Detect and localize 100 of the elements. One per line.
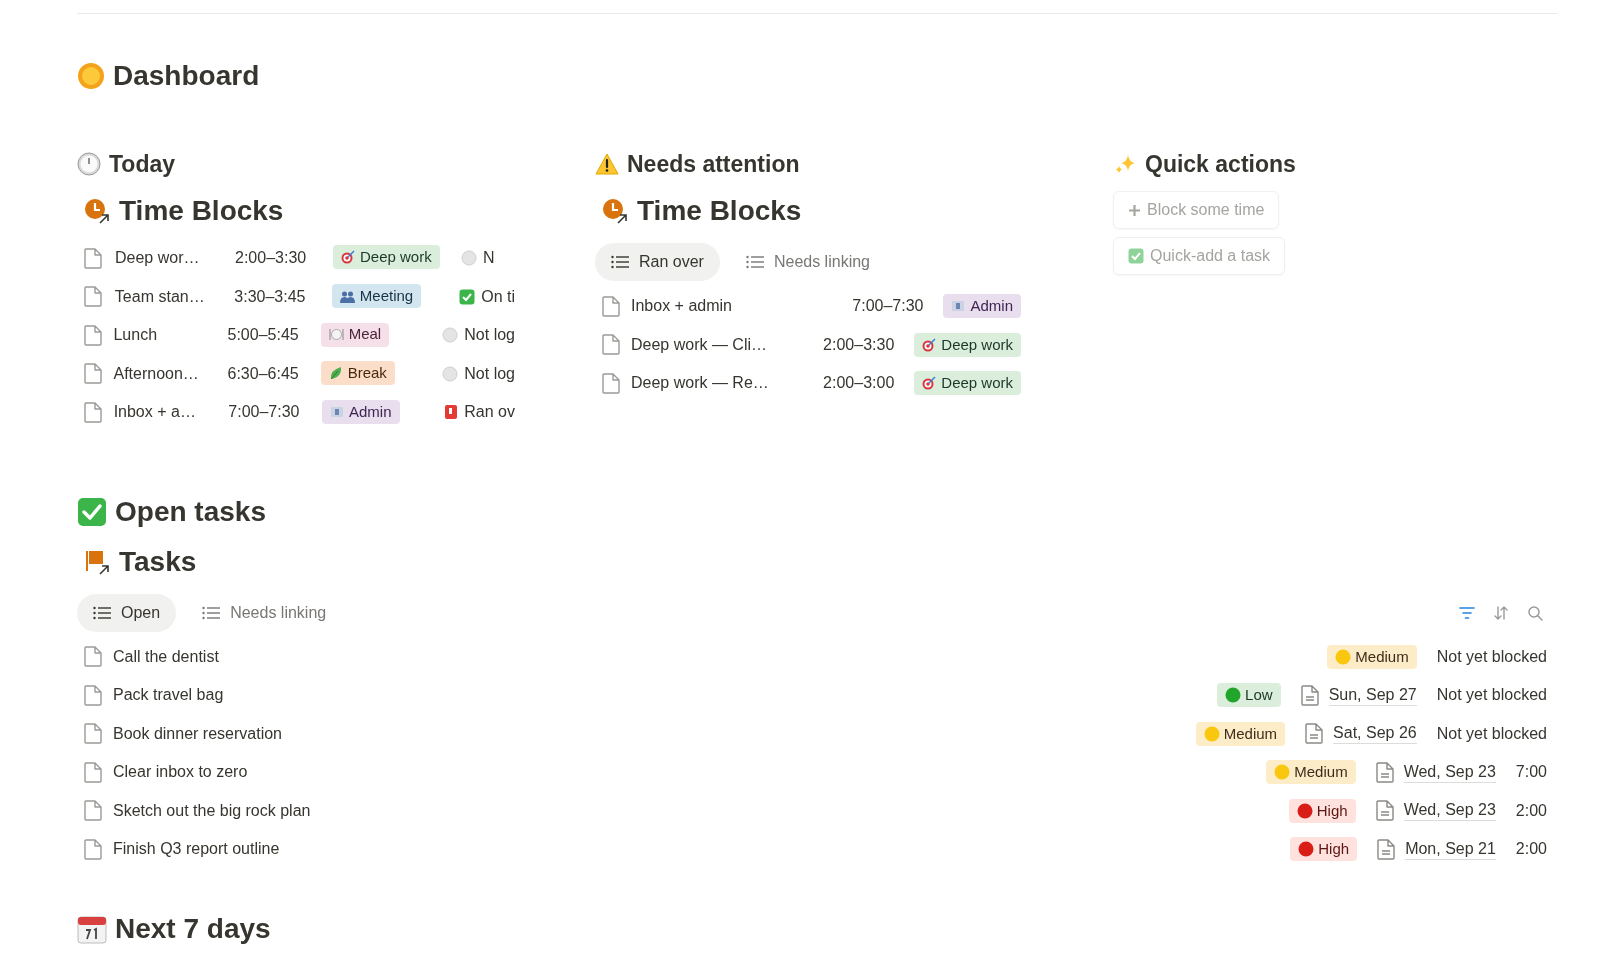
database-title: Tasks <box>119 544 197 579</box>
row-title[interactable]: Team stan… <box>114 287 205 305</box>
plus-icon <box>1128 203 1141 217</box>
clock-icon <box>77 152 101 176</box>
status-label: On ti <box>481 286 515 307</box>
priority-dot-icon <box>1225 687 1242 704</box>
priority-tag: High <box>1288 798 1356 823</box>
priority-tag: Medium <box>1266 760 1356 785</box>
row-title[interactable]: Finish Q3 report outline <box>113 837 280 862</box>
siren-icon <box>444 404 459 421</box>
list-icon <box>202 605 221 620</box>
priority-dot-icon <box>1274 764 1291 781</box>
document-icon <box>1300 684 1319 706</box>
section-heading: Quick actions <box>1145 150 1296 179</box>
page-icon <box>84 646 102 668</box>
status-label: Ran ov <box>464 402 515 423</box>
row-title[interactable]: Inbox + a… <box>113 403 196 421</box>
category-tag: Meeting <box>331 284 422 308</box>
inbox-icon <box>329 405 344 418</box>
search-icon[interactable] <box>1527 604 1543 621</box>
view-tab[interactable]: Ran over <box>595 243 720 281</box>
block-status: 2:00 <box>1515 800 1547 821</box>
sun-icon <box>77 62 105 90</box>
row-title[interactable]: Deep work — Re… <box>631 371 769 396</box>
list-icon <box>93 605 111 620</box>
section-heading: Today <box>109 150 176 179</box>
sort-icon[interactable] <box>1493 604 1509 621</box>
category-tag: Deep work <box>914 332 1021 357</box>
category-tag: Deep work <box>333 245 440 270</box>
page-icon <box>602 372 620 394</box>
status-label: Not log <box>464 363 515 384</box>
category-tag: Admin <box>943 294 1021 319</box>
page-title: Dashboard <box>113 59 260 93</box>
category-tag: Meal <box>320 322 390 347</box>
page-icon <box>84 363 102 385</box>
status-label: N <box>483 248 495 269</box>
category-tag: Admin <box>321 399 400 424</box>
plate-icon <box>328 328 344 341</box>
list-icon <box>745 255 764 269</box>
priority-tag: Low <box>1217 683 1281 708</box>
date-link[interactable]: Mon, Sep 21 <box>1405 838 1496 860</box>
target-icon <box>922 337 937 352</box>
page-icon <box>84 838 102 860</box>
people-icon <box>339 289 355 303</box>
section-heading: Open tasks <box>115 494 266 529</box>
section-heading: Needs attention <box>627 150 800 179</box>
date-link[interactable]: Sun, Sep 27 <box>1328 684 1417 706</box>
filter-icon[interactable] <box>1459 605 1475 620</box>
page-icon <box>602 334 620 356</box>
priority-tag: High <box>1290 837 1358 862</box>
priority-dot-icon <box>1335 648 1352 665</box>
page-icon <box>84 401 102 423</box>
checkmark-box-icon <box>77 496 107 527</box>
block-status: 2:00 <box>1515 839 1547 860</box>
date-link[interactable]: Wed, Sep 23 <box>1403 761 1496 783</box>
page-icon <box>84 684 102 706</box>
date-link[interactable]: Wed, Sep 23 <box>1403 800 1496 822</box>
block-status: 7:00 <box>1515 762 1547 783</box>
clock-link-icon <box>601 197 629 225</box>
document-icon <box>1375 761 1394 783</box>
priority-dot-icon <box>1203 725 1220 742</box>
row-title[interactable]: Clear inbox to zero <box>113 760 248 785</box>
page-icon <box>84 800 102 822</box>
page-icon <box>84 761 102 783</box>
clock-link-icon <box>83 197 111 225</box>
time-range: 7:00–7:30 <box>852 296 924 317</box>
document-icon <box>1375 800 1394 822</box>
leaf-icon <box>328 365 343 380</box>
status-label: Not log <box>464 325 515 346</box>
block-status: Not yet blocked <box>1436 646 1547 667</box>
block-status: Not yet blocked <box>1436 685 1547 706</box>
time-range: 3:30–3:45 <box>234 287 306 305</box>
date-link[interactable]: Sat, Sep 26 <box>1333 723 1417 745</box>
circle-icon <box>461 250 477 267</box>
page-icon <box>84 324 102 346</box>
page-icon <box>84 286 102 308</box>
row-title[interactable]: Afternoon… <box>113 364 199 382</box>
category-tag: Deep work <box>914 371 1021 396</box>
row-title[interactable]: Deep wor… <box>115 249 200 267</box>
database-title: Time Blocks <box>119 194 284 228</box>
view-tab[interactable]: Open <box>77 593 177 632</box>
row-title[interactable]: Pack travel bag <box>113 683 224 708</box>
row-title[interactable]: Sketch out the big rock plan <box>113 798 311 823</box>
list-icon <box>611 255 629 269</box>
time-range: 7:00–7:30 <box>228 403 300 421</box>
row-title[interactable]: Deep work — Cli… <box>631 332 768 357</box>
view-tab[interactable]: Needs linking <box>729 243 886 281</box>
view-tab[interactable]: Needs linking <box>186 593 343 632</box>
time-range: 2:00–3:30 <box>823 334 895 355</box>
time-range: 2:00–3:00 <box>823 373 895 394</box>
page-icon <box>84 723 102 745</box>
target-icon <box>341 250 355 265</box>
row-title[interactable]: Lunch <box>113 326 158 344</box>
page-icon <box>84 247 102 269</box>
page-icon <box>602 295 620 317</box>
section-heading: Next 7 days <box>115 911 271 946</box>
row-title[interactable]: Book dinner reservation <box>113 721 282 746</box>
row-title[interactable]: Inbox + admin <box>631 294 732 319</box>
row-title[interactable]: Call the dentist <box>113 644 219 669</box>
target-icon <box>922 376 937 391</box>
